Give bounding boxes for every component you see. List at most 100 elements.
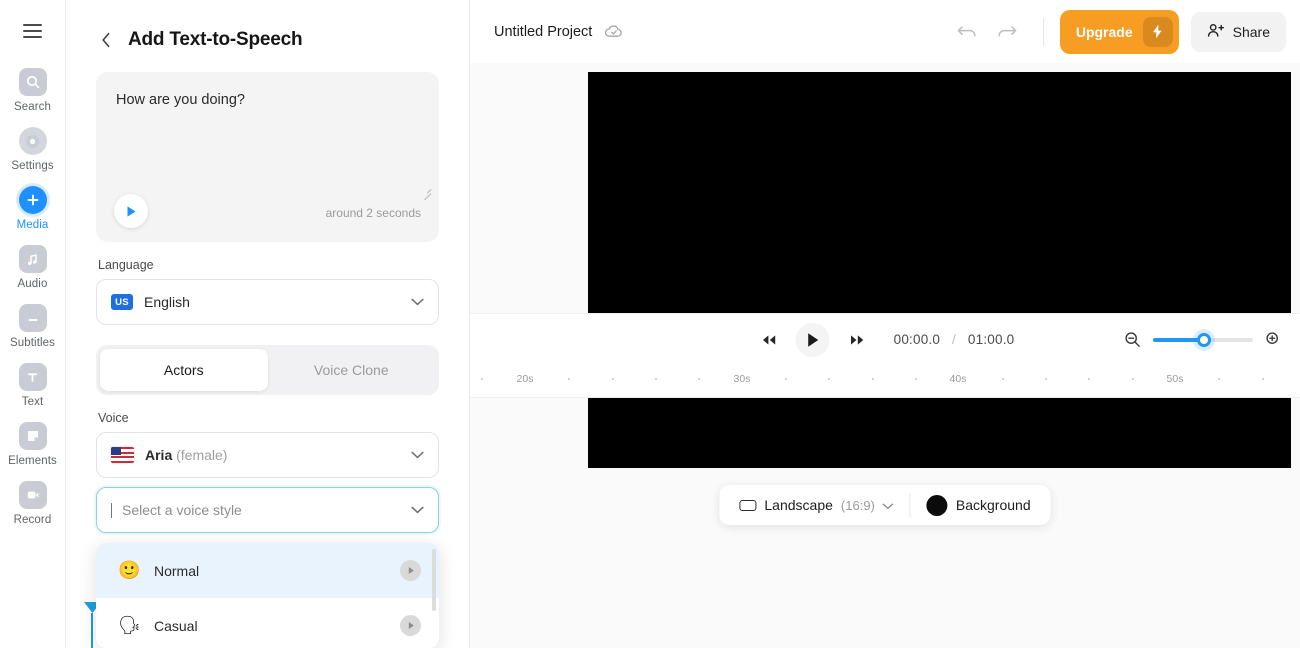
add-person-icon [1207,23,1225,41]
chevron-left-icon[interactable] [96,30,116,50]
sidebar-item-record[interactable]: Record [0,475,66,530]
voice-gender: (female) [176,447,228,463]
sidebar-item-audio[interactable]: Audio [0,239,66,294]
tts-text-value: How are you doing? [116,92,245,108]
ruler-tick [698,378,700,380]
text-t-icon [18,363,47,391]
sidebar-item-label: Audio [17,278,48,290]
ruler-tick [1132,378,1134,380]
voice-style-dropdown: 🙂 Normal 🗣 Casual [96,543,439,648]
ruler-label: 50s [1166,373,1184,385]
resize-handle-icon[interactable] [421,186,432,201]
sidebar-item-text[interactable]: Text [0,357,66,412]
video-camera-icon [18,481,47,509]
left-icon-rail: Search Settings Media Audio Subtitles Te… [0,0,66,648]
ruler-tick [785,378,787,380]
top-bar: Untitled Project Upgrade Share [470,0,1300,63]
aspect-ratio-selector[interactable]: Landscape (16:9) [723,485,909,525]
dropdown-scrollbar[interactable] [432,549,436,611]
zoom-in-icon[interactable] [1265,331,1282,348]
ruler-tick [915,378,917,380]
tab-voice-clone-label: Voice Clone [313,362,389,378]
timeline-ruler[interactable]: 20s 30s 40s 50s [470,365,1300,398]
sidebar-item-subtitles[interactable]: Subtitles [0,298,66,353]
sidebar-item-elements[interactable]: Elements [0,416,66,471]
timeline-zoom-control [1124,331,1282,348]
sidebar-item-search[interactable]: Search [0,62,66,117]
video-preview[interactable] [588,72,1291,468]
ruler-tick [1262,378,1264,380]
color-swatch [926,494,948,516]
share-label: Share [1232,23,1270,40]
upgrade-button[interactable]: Upgrade [1059,9,1179,54]
tab-actors[interactable]: Actors [100,349,268,391]
tab-voice-clone[interactable]: Voice Clone [268,349,436,391]
main-area: Untitled Project Upgrade Share Landscape… [470,0,1300,648]
ruler-label: 30s [733,373,751,385]
ruler-tick [1088,378,1090,380]
voice-style-select[interactable]: Select a voice style [96,487,439,533]
slightly-smiling-face-icon: 🙂 [118,560,141,580]
sidebar-item-label: Media [16,219,49,231]
voice-style-placeholder: Select a voice style [122,502,242,518]
sidebar-item-media[interactable]: Media [0,180,66,235]
share-button[interactable]: Share [1190,11,1286,52]
voice-select[interactable]: Aria (female) [96,432,439,478]
zoom-slider[interactable] [1153,332,1253,347]
toolbar-divider [1042,17,1044,46]
hamburger-icon[interactable] [16,14,50,48]
chevron-down-icon [411,501,424,519]
voice-label: Voice [98,411,129,425]
list-item-label: Normal [154,562,200,579]
project-name[interactable]: Untitled Project [494,24,592,40]
current-time: 00:00.0 [893,332,941,347]
voice-source-tabs: Actors Voice Clone [96,345,439,395]
background-label: Background [955,497,1031,513]
language-label: Language [98,258,154,272]
cloud-save-icon[interactable] [604,24,623,39]
us-flag-icon [111,447,134,463]
language-select[interactable]: US English [96,279,439,325]
ruler-label: 20s [516,373,534,385]
search-icon [18,68,47,96]
playhead-line [91,613,93,648]
canvas-stage: Landscape (16:9) Background [470,63,1300,525]
tab-actors-label: Actors [163,362,204,378]
time-separator: / [952,332,956,347]
us-flag-badge-icon: US [111,294,133,310]
undo-arrow-icon[interactable] [947,14,987,50]
playback-controls: 00:00.0 / 01:00.0 [756,322,1015,357]
background-selector[interactable]: Background [911,485,1047,525]
ruler-tick [1045,378,1047,380]
play-icon[interactable] [400,615,421,636]
tts-duration-label: around 2 seconds [325,206,421,220]
tts-preview-play-button[interactable] [114,194,148,228]
rectangle-icon [739,499,757,511]
chevron-down-icon [883,497,894,513]
play-button[interactable] [795,322,830,357]
ruler-tick [1218,378,1220,380]
sidebar-item-settings[interactable]: Settings [0,121,66,176]
play-icon[interactable] [400,560,421,581]
aspect-ratio-value: (16:9) [840,497,875,513]
ruler-tick [1002,378,1004,380]
text-caret [111,502,112,518]
upgrade-label: Upgrade [1075,23,1133,40]
list-item[interactable]: 🗣 Casual [96,598,439,648]
zoom-slider-handle[interactable] [1197,332,1211,347]
ruler-tick [481,378,483,380]
rewind-icon[interactable] [756,327,782,353]
ruler-tick [612,378,614,380]
subtitles-icon [18,304,47,332]
transport-bar: 00:00.0 / 01:00.0 [470,313,1300,365]
list-item[interactable]: 🙂 Normal [96,543,439,598]
fast-forward-icon[interactable] [844,327,870,353]
tts-textarea[interactable]: How are you doing? around 2 seconds [96,72,439,242]
plus-icon [18,186,47,214]
text-to-speech-panel: Add Text-to-Speech How are you doing? ar… [66,0,470,648]
zoom-out-icon[interactable] [1124,331,1141,348]
aspect-ratio-label: Landscape [764,497,833,513]
sidebar-item-label: Elements [8,455,57,467]
sidebar-item-label: Text [21,396,44,408]
redo-arrow-icon[interactable] [987,14,1027,50]
